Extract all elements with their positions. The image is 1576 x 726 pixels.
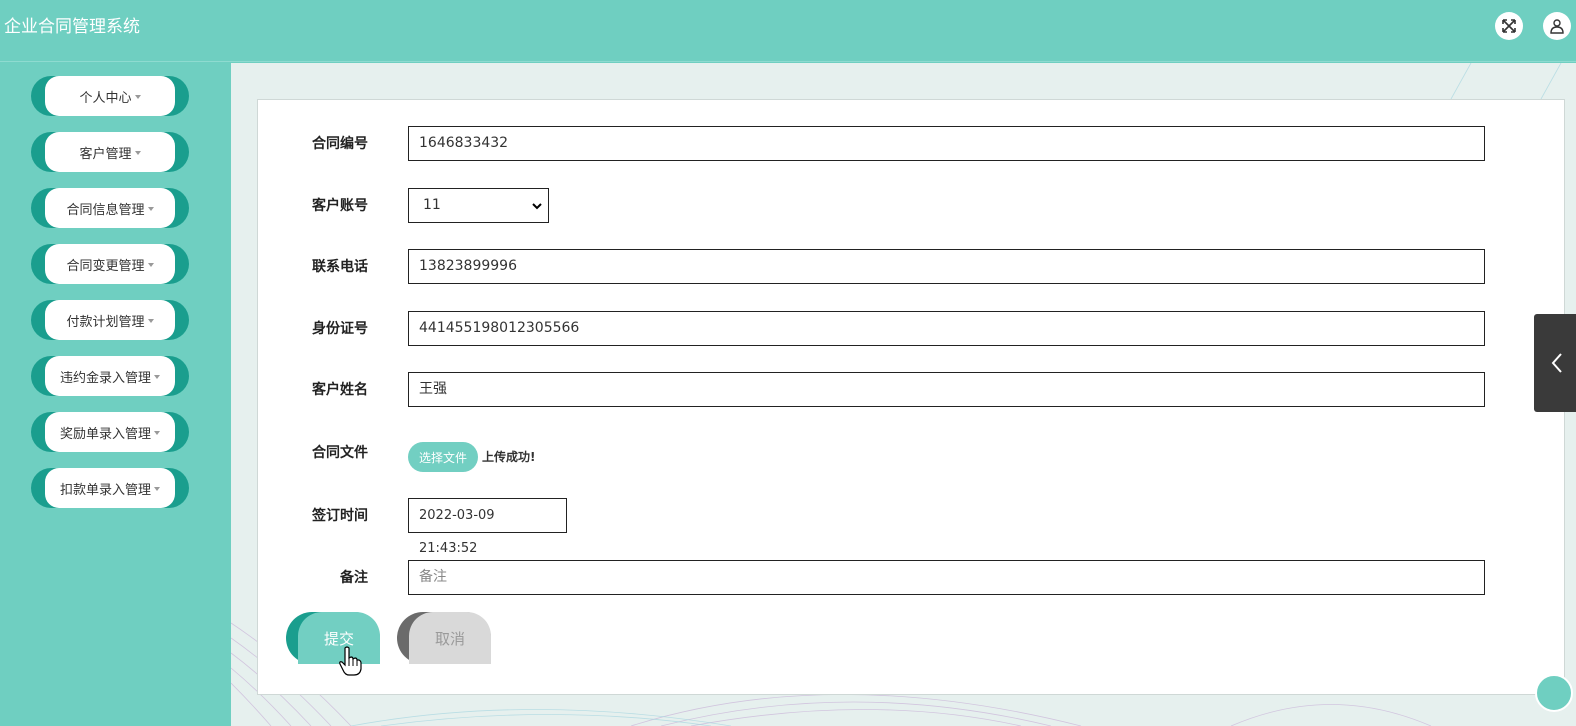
sidebar-item-label: 个人中心 [79,90,132,106]
customer-account-label: 客户账号 [312,198,368,214]
sidebar-item-contract-change[interactable]: 合同变更管理 [31,244,189,284]
contract-file-label: 合同文件 [312,445,368,461]
sidebar-item-customer-management[interactable]: 客户管理 [31,132,189,172]
floating-action-button[interactable] [1535,674,1573,712]
caret-down-icon [154,375,160,379]
sign-time-field[interactable]: 2022-03-09 21:43:52 [408,498,567,556]
sidebar-item-label: 违约金录入管理 [59,370,151,386]
form-card: 合同编号 1646833432 客户账号 11 联系电话 13823899996… [257,99,1565,695]
sign-time-label: 签订时间 [312,508,368,524]
side-panel-toggle[interactable] [1534,314,1576,412]
chevron-left-icon [1551,353,1562,373]
phone-label: 联系电话 [312,259,368,275]
sidebar-item-label: 付款计划管理 [66,314,145,330]
sidebar-item-deduction-entry[interactable]: 扣款单录入管理 [31,468,189,508]
contract-number-field[interactable]: 1646833432 [408,126,1485,161]
sidebar-item-label: 合同信息管理 [66,202,145,218]
choose-file-button[interactable]: 选择文件 [408,442,478,472]
cancel-button[interactable]: 取消 [397,612,491,664]
main-content: 合同编号 1646833432 客户账号 11 联系电话 13823899996… [231,63,1576,726]
id-number-field[interactable]: 441455198012305566 [408,311,1485,346]
caret-down-icon [147,319,154,323]
fullscreen-icon[interactable] [1495,12,1523,40]
chevron-down-icon [532,203,542,210]
customer-account-select[interactable]: 11 [408,188,549,223]
remark-field[interactable]: 备注 [408,560,1485,595]
customer-name-field[interactable]: 王强 [408,372,1485,407]
user-icon[interactable] [1543,12,1571,40]
app-title: 企业合同管理系统 [4,17,140,37]
cancel-button-label: 取消 [409,612,491,664]
phone-field[interactable]: 13823899996 [408,249,1485,284]
contract-number-label: 合同编号 [312,136,368,152]
caret-down-icon [134,151,141,155]
sidebar-item-label: 合同变更管理 [66,258,145,274]
sidebar: 个人中心 客户管理 合同信息管理 合同变更管理 付款计划管理 违约金录入管理 奖… [0,63,231,726]
sidebar-item-label: 扣款单录入管理 [59,482,151,498]
caret-down-icon [154,487,160,491]
sidebar-item-label: 奖励单录入管理 [59,426,151,442]
caret-down-icon [147,207,154,211]
customer-account-value: 11 [423,197,441,213]
caret-down-icon [154,431,160,435]
sidebar-item-reward-entry[interactable]: 奖励单录入管理 [31,412,189,452]
top-bar: 企业合同管理系统 [0,0,1576,62]
hand-cursor-icon [339,646,362,676]
sidebar-item-personal-center[interactable]: 个人中心 [31,76,189,116]
caret-down-icon [134,95,141,99]
caret-down-icon [147,263,154,267]
sidebar-item-label: 客户管理 [79,146,132,162]
id-number-label: 身份证号 [312,321,368,337]
submit-button[interactable]: 提交 [286,612,380,664]
remark-label: 备注 [340,570,368,586]
sidebar-item-contract-info[interactable]: 合同信息管理 [31,188,189,228]
sidebar-item-penalty-entry[interactable]: 违约金录入管理 [31,356,189,396]
customer-name-label: 客户姓名 [312,382,368,398]
sidebar-item-payment-plan[interactable]: 付款计划管理 [31,300,189,340]
upload-status: 上传成功! [482,450,536,464]
